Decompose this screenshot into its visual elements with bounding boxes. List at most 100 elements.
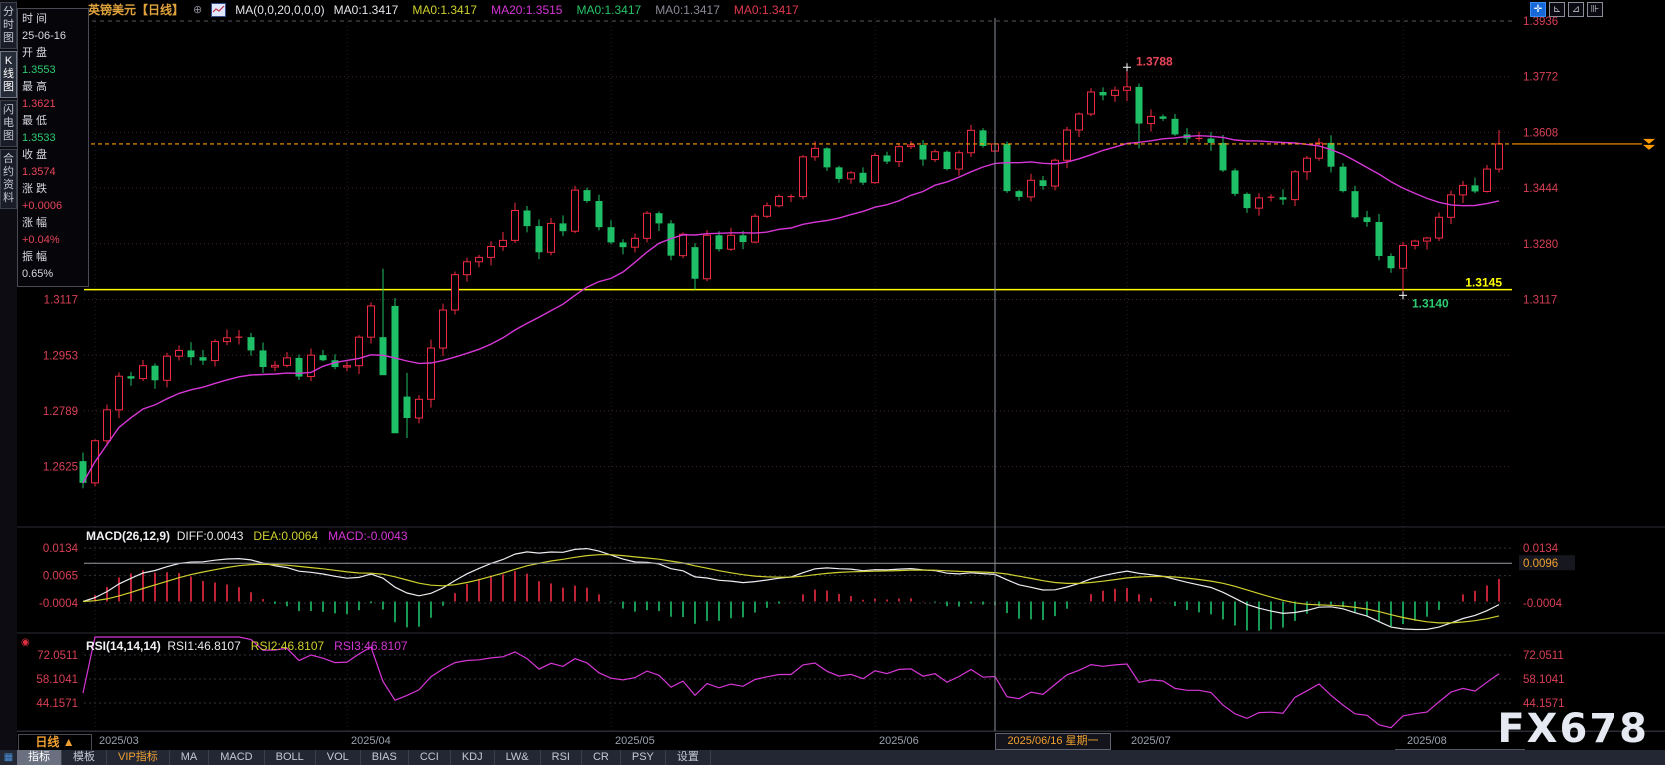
candle-up[interactable] xyxy=(344,366,351,367)
candle-up[interactable] xyxy=(176,350,183,356)
candle-down[interactable] xyxy=(1328,143,1335,167)
candle-up[interactable] xyxy=(212,342,219,361)
layout-grid-icon[interactable]: ▦ xyxy=(0,750,17,765)
candle-up[interactable] xyxy=(452,275,459,310)
candle-up[interactable] xyxy=(1436,217,1443,238)
candle-down[interactable] xyxy=(1364,217,1371,222)
candle-up[interactable] xyxy=(440,310,447,348)
candle-down[interactable] xyxy=(1376,222,1383,256)
candle-up[interactable] xyxy=(800,157,807,197)
candle-down[interactable] xyxy=(596,201,603,227)
candle-up[interactable] xyxy=(764,206,771,217)
candle-up[interactable] xyxy=(1064,130,1071,160)
candle-up[interactable] xyxy=(680,234,687,255)
candle-up[interactable] xyxy=(1124,87,1131,90)
candle-down[interactable] xyxy=(740,235,747,242)
sidebar-tab-合约资料[interactable]: 合约资料 xyxy=(0,149,17,209)
candle-up[interactable] xyxy=(476,257,483,261)
candle-up[interactable] xyxy=(1460,185,1467,195)
candle-up[interactable] xyxy=(1088,92,1095,114)
candle-up[interactable] xyxy=(512,210,519,240)
candle-up[interactable] xyxy=(488,246,495,257)
candle-down[interactable] xyxy=(1040,180,1047,186)
candle-down[interactable] xyxy=(860,173,867,183)
candle-up[interactable] xyxy=(1148,116,1155,123)
candle-up[interactable] xyxy=(164,356,171,380)
toolbar-item-CCI[interactable]: CCI xyxy=(409,750,451,765)
candle-down[interactable] xyxy=(1208,139,1215,143)
candle-up[interactable] xyxy=(464,262,471,275)
candle-up[interactable] xyxy=(224,338,231,342)
candle-down[interactable] xyxy=(1388,256,1395,268)
crosshair-icon[interactable]: ✛ xyxy=(1530,2,1546,17)
candle-up[interactable] xyxy=(752,216,759,242)
candle-down[interactable] xyxy=(188,350,195,357)
candle-up[interactable] xyxy=(728,235,735,249)
candle-up[interactable] xyxy=(572,190,579,231)
candle-up[interactable] xyxy=(1028,180,1035,197)
candle-down[interactable] xyxy=(1004,144,1011,191)
candle-up[interactable] xyxy=(812,148,819,156)
sidebar-tab-K线图[interactable]: K线图 xyxy=(0,51,17,98)
candle-down[interactable] xyxy=(248,337,255,350)
candle-down[interactable] xyxy=(200,357,207,360)
toolbar-item-VIP指标[interactable]: VIP指标 xyxy=(107,750,170,765)
chart-type-icon[interactable] xyxy=(211,3,226,17)
candle-up[interactable] xyxy=(932,152,939,160)
sidebar-tab-闪电图[interactable]: 闪电图 xyxy=(0,100,17,147)
candle-up[interactable] xyxy=(116,376,123,410)
candle-up[interactable] xyxy=(1484,169,1491,191)
candle-down[interactable] xyxy=(1016,191,1023,197)
candle-up[interactable] xyxy=(368,306,375,337)
candle-down[interactable] xyxy=(524,210,531,226)
alarm-icon[interactable]: ◉ xyxy=(21,637,30,648)
candle-up[interactable] xyxy=(140,366,147,379)
toolbar-item-指标[interactable]: 指标 xyxy=(17,750,62,765)
candle-down[interactable] xyxy=(404,397,411,418)
candle-down[interactable] xyxy=(836,167,843,179)
sidebar-tab-分时图[interactable]: 分时图 xyxy=(0,2,17,49)
candle-down[interactable] xyxy=(620,242,627,247)
toolbar-item-MA[interactable]: MA xyxy=(170,750,210,765)
candle-down[interactable] xyxy=(716,235,723,249)
candle-down[interactable] xyxy=(692,247,699,279)
candle-up[interactable] xyxy=(428,348,435,399)
candle-down[interactable] xyxy=(584,190,591,201)
candle-up[interactable] xyxy=(1292,172,1299,200)
candle-up[interactable] xyxy=(1112,90,1119,95)
candle-down[interactable] xyxy=(1472,185,1479,191)
candle-down[interactable] xyxy=(1172,119,1179,135)
candle-up[interactable] xyxy=(308,355,315,376)
candle-up[interactable] xyxy=(104,410,111,441)
candle-up[interactable] xyxy=(1304,158,1311,172)
candle-up[interactable] xyxy=(848,173,855,179)
candle-up[interactable] xyxy=(1256,198,1263,208)
toolbar-item-KDJ[interactable]: KDJ xyxy=(451,750,495,765)
y-axis-right-scale-icon[interactable]: ⊿ xyxy=(1568,2,1584,17)
candle-up[interactable] xyxy=(632,238,639,247)
candle-up[interactable] xyxy=(500,240,507,246)
candle-up[interactable] xyxy=(284,358,291,365)
candle-up[interactable] xyxy=(1424,238,1431,241)
add-overlay-icon[interactable]: ⊕ xyxy=(193,3,202,16)
candle-up[interactable] xyxy=(548,223,555,252)
candle-down[interactable] xyxy=(392,306,399,433)
candle-down[interactable] xyxy=(1280,197,1287,199)
candle-down[interactable] xyxy=(824,148,831,167)
candle-up[interactable] xyxy=(416,399,423,418)
candle-down[interactable] xyxy=(1100,92,1107,95)
candle-down[interactable] xyxy=(128,376,135,378)
toolbar-item-模板[interactable]: 模板 xyxy=(62,750,107,765)
period-selector[interactable]: 日线 ▲ xyxy=(18,734,92,751)
candle-up[interactable] xyxy=(968,130,975,152)
candle-down[interactable] xyxy=(944,152,951,169)
candle-down[interactable] xyxy=(656,213,663,223)
candle-up[interactable] xyxy=(1448,195,1455,217)
candle-up[interactable] xyxy=(356,337,363,366)
toolbar-item-LW&[interactable]: LW& xyxy=(495,750,541,765)
candle-up[interactable] xyxy=(1412,241,1419,245)
candle-up[interactable] xyxy=(1076,114,1083,130)
toolbar-item-BIAS[interactable]: BIAS xyxy=(361,750,409,765)
candle-up[interactable] xyxy=(872,155,879,182)
candle-down[interactable] xyxy=(1136,87,1143,124)
